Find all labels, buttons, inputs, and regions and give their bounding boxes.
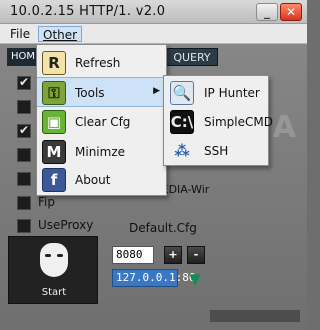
search-icon: 🔍 — [170, 81, 194, 105]
address-input[interactable]: 127.0.0.1:80 — [112, 269, 195, 287]
menu-item-refresh[interactable]: R Refresh — [37, 48, 166, 78]
other-menu: R Refresh ⚿ Tools ▶ ▣ Clear Cfg M Minimz… — [36, 44, 167, 196]
close-button[interactable]: ✕ — [280, 3, 302, 21]
start-button[interactable]: Start — [8, 236, 98, 304]
config-name: Default.Cfg — [129, 221, 197, 235]
key-icon: ⚿ — [42, 81, 66, 105]
option-checkbox-4[interactable] — [17, 148, 31, 162]
menu-item-tools[interactable]: ⚿ Tools ▶ — [37, 77, 166, 107]
menu-other[interactable]: Other — [38, 26, 83, 42]
menu-item-label: Tools — [75, 86, 105, 100]
fip-checkbox[interactable] — [17, 196, 31, 210]
menu-file[interactable]: File — [6, 26, 34, 42]
fip-label: Fip — [38, 195, 55, 209]
tab-home[interactable]: HOME — [7, 48, 37, 66]
minimize-icon: M — [42, 140, 66, 164]
download-arrow-icon[interactable]: ▼ — [186, 270, 204, 288]
app-window: 10.0.2.15 HTTP/1. v2.0 _ ✕ File Other HO… — [0, 0, 307, 330]
ssh-icon: ⁂ — [174, 142, 190, 160]
window-title: 10.0.2.15 HTTP/1. v2.0 — [10, 4, 166, 19]
plus-button[interactable]: + — [164, 246, 182, 264]
menu-item-label: About — [75, 173, 111, 187]
minus-button[interactable]: - — [187, 246, 205, 264]
title-bar: 10.0.2.15 HTTP/1. v2.0 _ ✕ — [0, 0, 307, 24]
useproxy-checkbox[interactable] — [17, 219, 31, 233]
menu-item-label: SSH — [204, 144, 229, 158]
start-label: Start — [41, 287, 67, 298]
menu-item-ssh[interactable]: ⁂ SSH — [164, 136, 268, 166]
useproxy-label: UseProxy — [38, 218, 94, 232]
menu-item-label: IP Hunter — [204, 86, 260, 100]
bucket-icon: ▣ — [42, 110, 66, 134]
minimize-button[interactable]: _ — [256, 3, 278, 21]
cmd-icon: C:\ — [170, 110, 194, 134]
refresh-icon: R — [42, 51, 66, 75]
option-checkbox-1[interactable] — [17, 75, 31, 90]
menu-item-about[interactable]: f About — [37, 165, 166, 195]
menu-item-label: Clear Cfg — [75, 115, 131, 129]
menu-bar: File Other — [0, 24, 307, 44]
menu-item-minimize[interactable]: M Minimze — [37, 137, 166, 167]
menu-item-simplecmd[interactable]: C:\ SimpleCMD — [164, 107, 273, 137]
menu-item-ip-hunter[interactable]: 🔍 IP Hunter — [164, 78, 268, 108]
menu-item-label: SimpleCMD — [204, 115, 273, 129]
port-input[interactable]: 8080 — [112, 246, 154, 264]
option-checkbox-3[interactable] — [17, 123, 31, 138]
menu-item-clear-cfg[interactable]: ▣ Clear Cfg — [37, 107, 166, 137]
option-checkbox-5[interactable] — [17, 172, 31, 186]
menu-item-label: Refresh — [75, 56, 121, 70]
anonymous-mask-icon — [40, 243, 68, 277]
facebook-icon: f — [42, 168, 66, 192]
status-strip — [210, 310, 300, 322]
option-checkbox-2[interactable] — [17, 100, 31, 114]
tools-submenu: 🔍 IP Hunter C:\ SimpleCMD ⁂ SSH — [163, 75, 273, 166]
menu-item-label: Minimze — [75, 145, 125, 159]
submenu-arrow-icon: ▶ — [153, 86, 160, 96]
tab-query[interactable]: QUERY — [166, 48, 218, 66]
